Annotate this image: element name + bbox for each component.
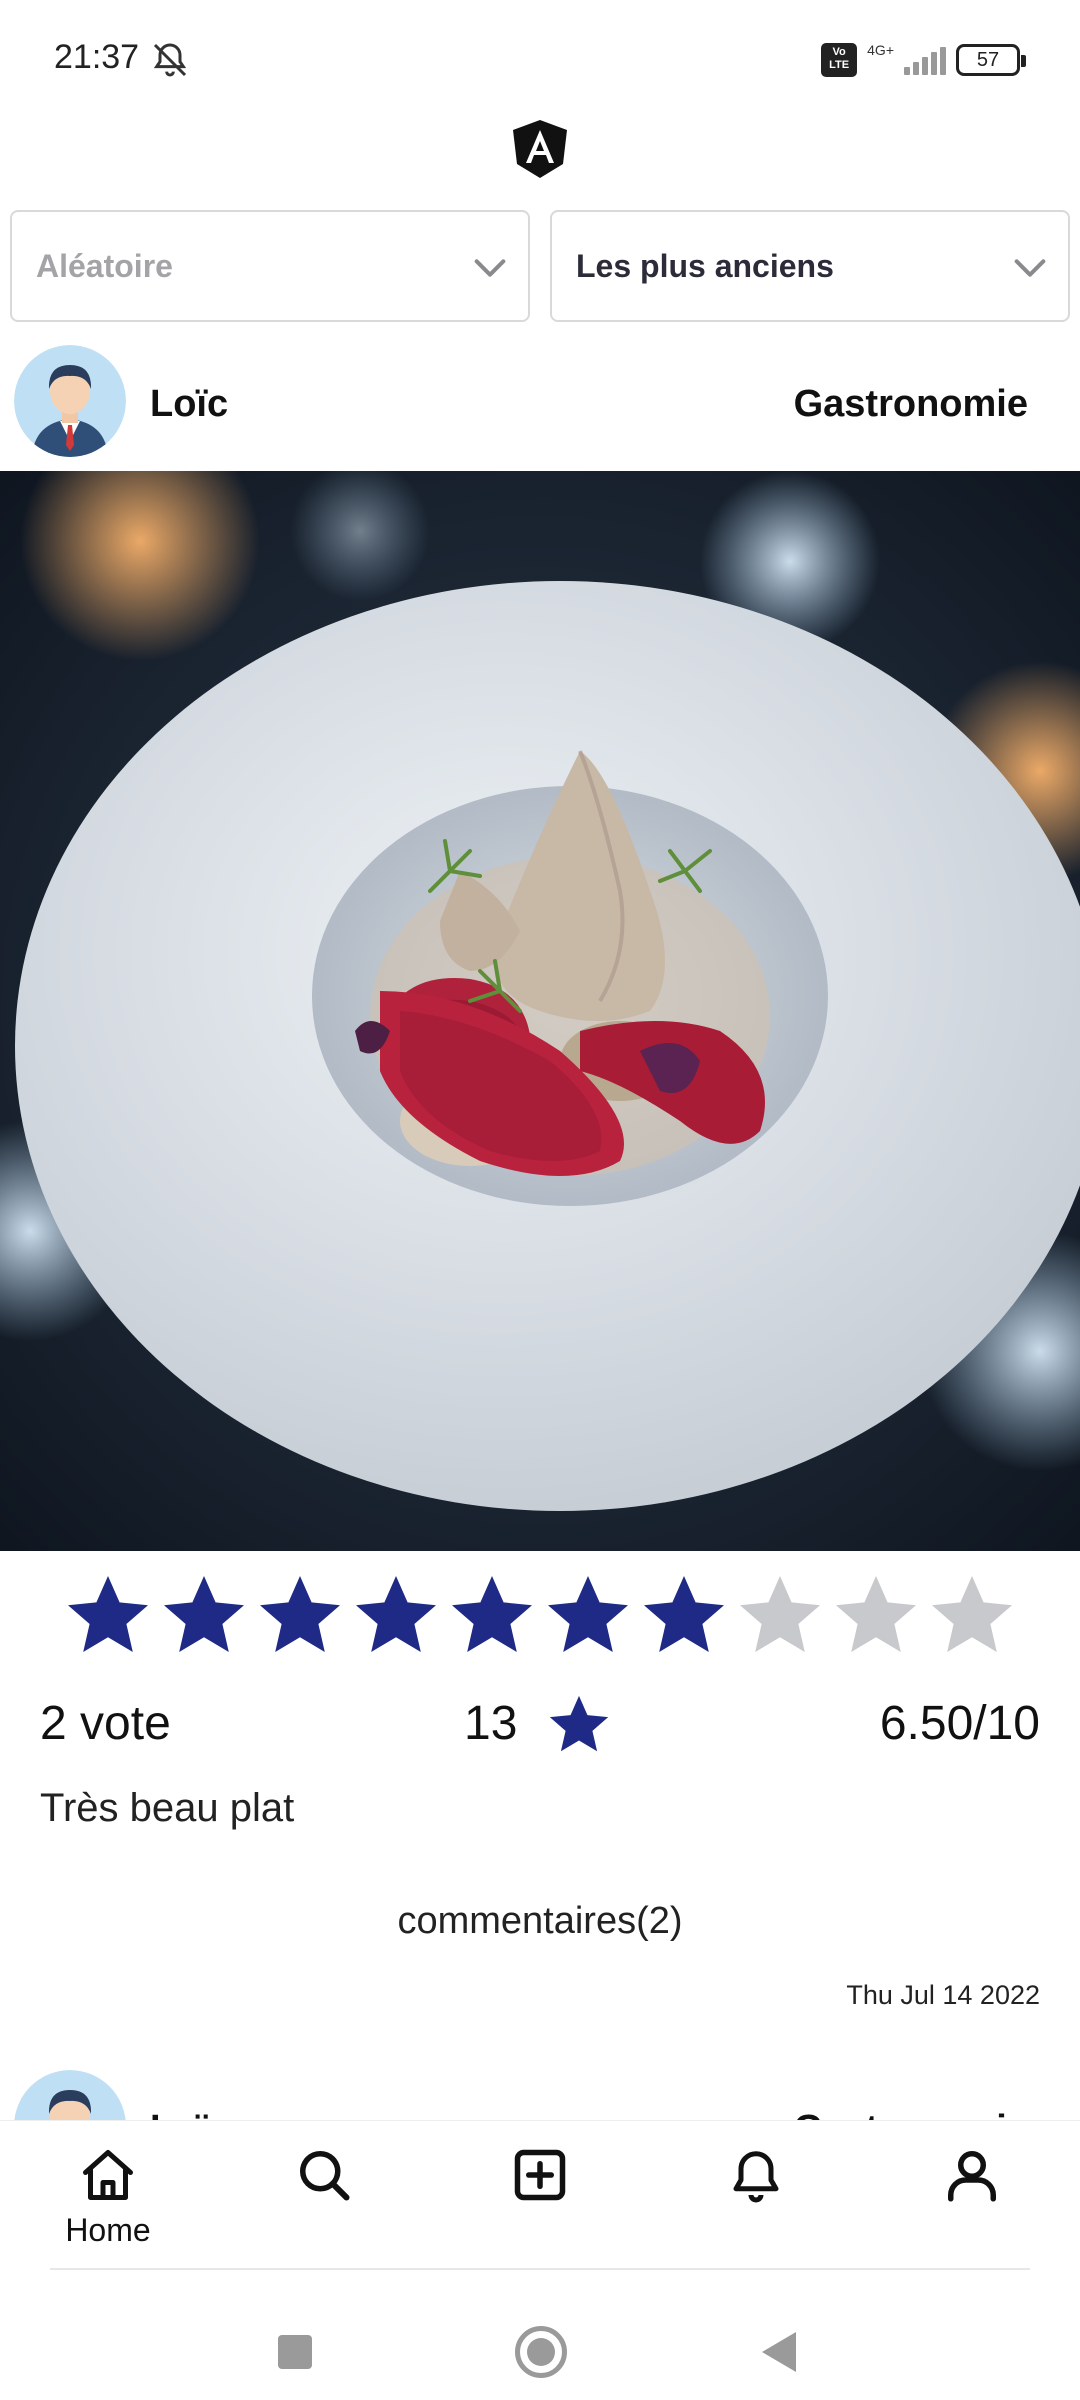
dish-photo[interactable] bbox=[0, 471, 1080, 1551]
star-total: 13 bbox=[464, 1697, 518, 1750]
recent-apps-button[interactable] bbox=[278, 2335, 312, 2369]
average-score: 6.50/10 bbox=[879, 1697, 1040, 1750]
post-author[interactable]: Loïc bbox=[150, 383, 228, 426]
avatar[interactable] bbox=[14, 345, 126, 457]
vote-count: 2 vote bbox=[40, 1697, 171, 1750]
chevron-down-icon bbox=[474, 259, 506, 277]
post-category[interactable]: Gastronomie bbox=[794, 2108, 1028, 2120]
bell-off-icon bbox=[153, 43, 187, 77]
avatar[interactable] bbox=[14, 2070, 126, 2120]
nav-profile[interactable] bbox=[912, 2145, 1032, 2255]
rating-stars[interactable] bbox=[60, 1568, 1020, 1664]
home-icon bbox=[83, 2150, 133, 2200]
bell-icon bbox=[733, 2151, 779, 2203]
add-square-icon bbox=[514, 2149, 566, 2201]
rating-star-7[interactable] bbox=[636, 1568, 732, 1664]
post-stats: 2 vote 13 6.50/10 bbox=[0, 1690, 1080, 1760]
rating-star-2[interactable] bbox=[156, 1568, 252, 1664]
status-icons: Vo LTE 4G+ 57 bbox=[821, 42, 1026, 78]
nav-notifications[interactable] bbox=[696, 2145, 816, 2255]
rating-star-3[interactable] bbox=[252, 1568, 348, 1664]
nav-divider bbox=[50, 2268, 1030, 2270]
network-type: 4G+ bbox=[867, 42, 894, 58]
volte-icon: Vo LTE bbox=[821, 43, 858, 77]
search-icon bbox=[300, 2151, 350, 2201]
rating-star-6[interactable] bbox=[540, 1568, 636, 1664]
signal-icon bbox=[904, 45, 946, 75]
next-post-header: Loïc Gastronomie bbox=[0, 2060, 1080, 2120]
post-header: Loïc Gastronomie bbox=[0, 345, 1080, 467]
sort-select-value: Les plus anciens bbox=[576, 248, 834, 284]
rating-star-8[interactable] bbox=[732, 1568, 828, 1664]
post-author[interactable]: Loïc bbox=[150, 2108, 228, 2120]
star-icon bbox=[549, 1695, 609, 1752]
battery-icon: 57 bbox=[956, 44, 1026, 76]
order-select-value: Aléatoire bbox=[36, 248, 173, 284]
bottom-navigation: Home bbox=[0, 2120, 1080, 2270]
nav-search[interactable] bbox=[264, 2145, 384, 2255]
angular-logo-icon bbox=[513, 120, 567, 178]
chevron-down-icon bbox=[1014, 259, 1046, 277]
post-date: Thu Jul 14 2022 bbox=[846, 1980, 1040, 2010]
system-back-button[interactable] bbox=[762, 2332, 796, 2372]
status-bar: 21:37 Vo LTE 4G+ 57 bbox=[0, 0, 1080, 120]
order-select[interactable]: Aléatoire bbox=[10, 210, 530, 322]
nav-home-label: Home bbox=[65, 2212, 151, 2248]
nav-add[interactable] bbox=[480, 2145, 600, 2255]
comments-link[interactable]: commentaires(2) bbox=[0, 1900, 1080, 1943]
system-home-button[interactable] bbox=[515, 2326, 567, 2378]
sort-select[interactable]: Les plus anciens bbox=[550, 210, 1070, 322]
rating-star-4[interactable] bbox=[348, 1568, 444, 1664]
post-description: Très beau plat bbox=[40, 1786, 295, 1830]
profile-icon bbox=[948, 2151, 996, 2202]
rating-star-9[interactable] bbox=[828, 1568, 924, 1664]
post-category[interactable]: Gastronomie bbox=[794, 383, 1028, 426]
rating-star-1[interactable] bbox=[60, 1568, 156, 1664]
nav-home[interactable]: Home bbox=[48, 2145, 168, 2255]
rating-star-10[interactable] bbox=[924, 1568, 1020, 1664]
status-time: 21:37 bbox=[54, 38, 140, 76]
system-navigation bbox=[0, 2290, 1080, 2400]
rating-star-5[interactable] bbox=[444, 1568, 540, 1664]
